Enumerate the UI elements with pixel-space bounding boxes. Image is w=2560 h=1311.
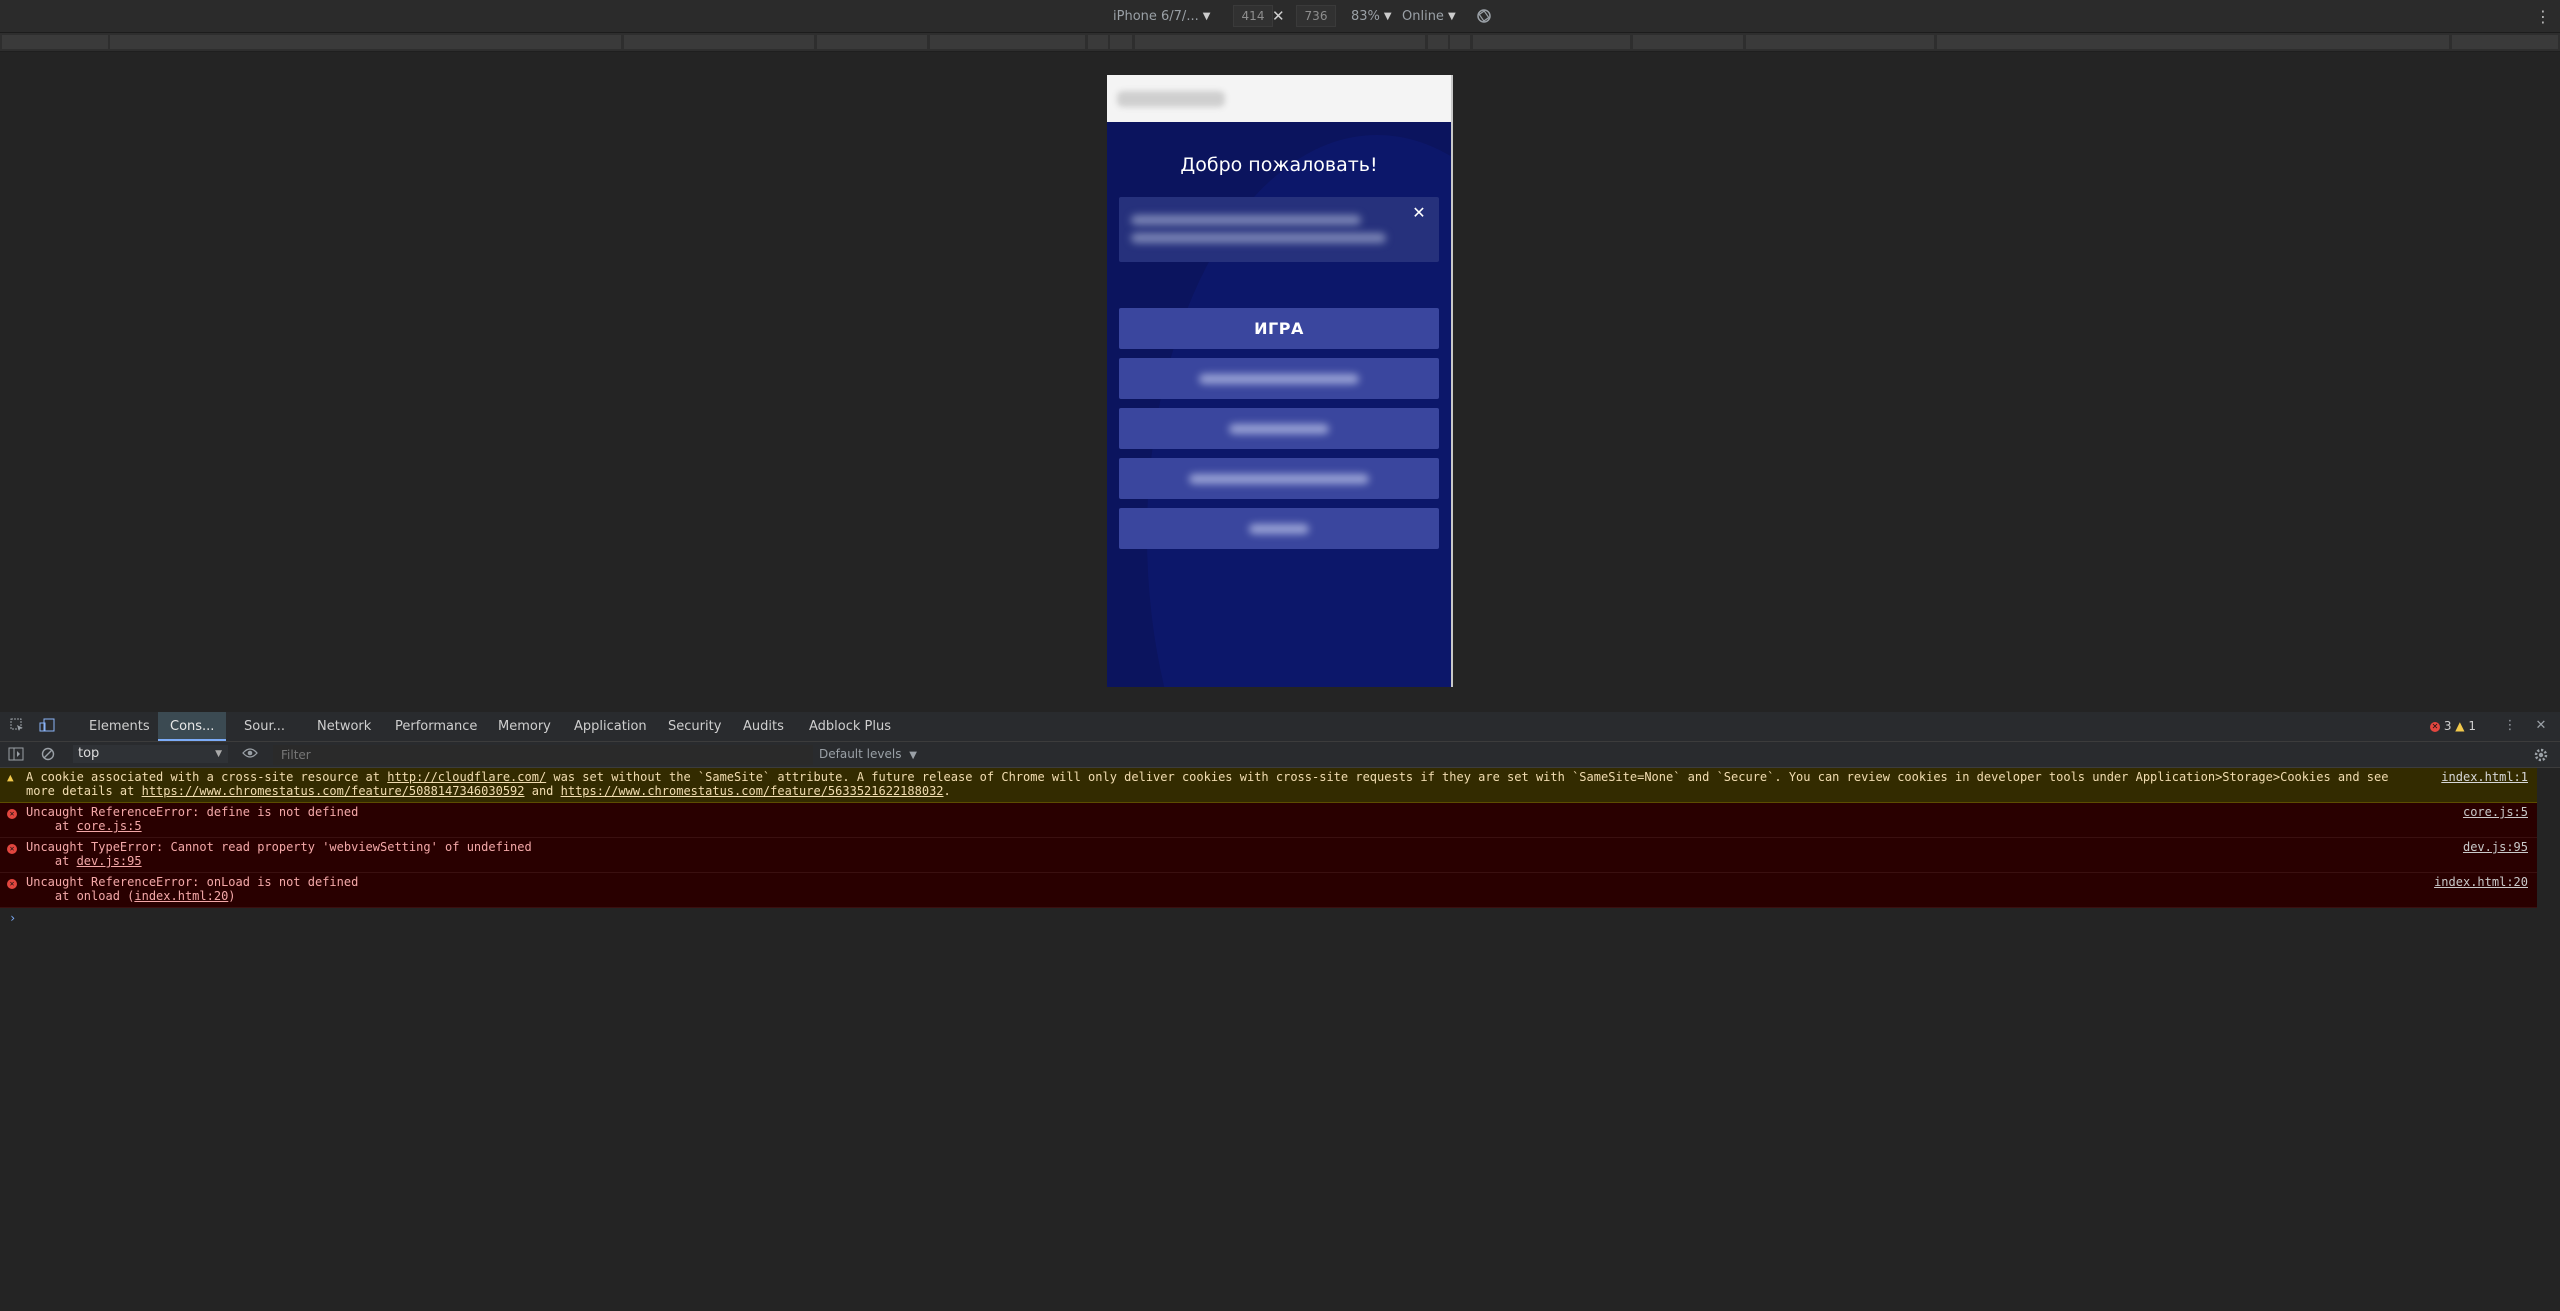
tab-sources[interactable]: Sour... [244, 712, 285, 741]
console-error: ✕ Uncaught ReferenceError: onLoad is not… [0, 873, 2537, 908]
blurred-logo [1117, 91, 1225, 107]
warning-count: 1 [2468, 719, 2476, 733]
log-levels-select[interactable]: Default levels ▼ [819, 742, 917, 767]
context-select-label: top [78, 746, 100, 761]
console-filter-bar: top ▼ Default levels ▼ [0, 742, 2560, 768]
console-link[interactable]: https://www.chromestatus.com/feature/563… [561, 784, 944, 798]
error-icon: ✕ [7, 806, 17, 820]
tab-application[interactable]: Application [574, 712, 647, 741]
device-select[interactable]: iPhone 6/7/... ▼ [1113, 0, 1210, 32]
tab-console[interactable]: Cons... [158, 712, 227, 741]
menu-button-4[interactable] [1119, 458, 1439, 499]
blurred-text [1131, 233, 1386, 243]
prompt-caret-icon: › [9, 911, 17, 925]
blurred-text [1229, 424, 1329, 434]
app-header [1107, 75, 1451, 122]
error-icon: ✕ [7, 876, 17, 890]
console-warning: ▲ A cookie associated with a cross-site … [0, 768, 2537, 803]
chevron-down-icon: ▼ [909, 750, 917, 761]
close-icon[interactable]: ✕ [1409, 203, 1429, 223]
console-link[interactable]: dev.js:95 [77, 854, 142, 868]
chevron-down-icon: ▼ [1447, 10, 1456, 22]
chevron-down-icon: ▼ [1383, 10, 1392, 22]
rotate-icon[interactable] [1476, 0, 1492, 32]
device-toggle-icon[interactable] [39, 718, 55, 734]
tab-elements[interactable]: Elements [89, 712, 150, 741]
console-link[interactable]: https://www.chromestatus.com/feature/508… [142, 784, 525, 798]
network-label: Online [1402, 8, 1444, 24]
blurred-text [1249, 524, 1309, 534]
issue-counter[interactable]: ✕ 3 ▲ 1 [2430, 712, 2476, 741]
live-expression-icon[interactable] [242, 747, 258, 763]
chevron-down-icon: ▼ [1202, 10, 1211, 22]
console-message-text: Uncaught ReferenceError: define is not d… [26, 805, 359, 833]
blurred-text [1199, 374, 1359, 384]
error-icon: ✕ [2430, 721, 2440, 732]
notice-banner: ✕ [1119, 197, 1439, 262]
console-link[interactable]: index.html:20 [134, 889, 228, 903]
source-link[interactable]: index.html:20 [2434, 875, 2528, 889]
media-query-bar[interactable] [0, 33, 2560, 52]
tab-performance[interactable]: Performance [395, 712, 477, 741]
tab-audits[interactable]: Audits [743, 712, 784, 741]
filter-input[interactable] [273, 745, 813, 765]
dimension-separator: ✕ [1272, 7, 1285, 25]
welcome-heading: Добро пожаловать! [1180, 154, 1378, 176]
log-levels-label: Default levels [819, 747, 902, 761]
console-message-text: Uncaught ReferenceError: onLoad is not d… [26, 875, 359, 903]
tab-memory[interactable]: Memory [498, 712, 551, 741]
console-link[interactable]: http://cloudflare.com/ [387, 770, 546, 784]
blurred-text [1189, 474, 1369, 484]
console-link[interactable]: core.js:5 [77, 819, 142, 833]
console-scrollbar[interactable] [2537, 768, 2560, 1311]
devtools-panel: Elements Cons... Sour... Network Perform… [0, 712, 2560, 1311]
menu-button-2[interactable] [1119, 358, 1439, 399]
gear-icon[interactable] [2533, 747, 2549, 767]
context-select[interactable]: top ▼ [73, 745, 228, 763]
menu-button-3[interactable] [1119, 408, 1439, 449]
source-link[interactable]: dev.js:95 [2463, 840, 2528, 854]
menu-button-5[interactable] [1119, 508, 1439, 549]
console-error: ✕ Uncaught TypeError: Cannot read proper… [0, 838, 2537, 873]
blurred-text [1131, 215, 1361, 225]
height-input[interactable]: 736 [1296, 5, 1336, 27]
close-icon[interactable]: ✕ [2533, 718, 2549, 734]
device-select-label: iPhone 6/7/... [1113, 8, 1199, 24]
tab-adblock-plus[interactable]: Adblock Plus [809, 712, 891, 741]
inspect-element-icon[interactable] [9, 718, 25, 734]
clear-console-icon[interactable] [41, 747, 55, 765]
warning-icon: ▲ [7, 771, 14, 784]
source-link[interactable]: core.js:5 [2463, 805, 2528, 819]
console-messages: ▲ A cookie associated with a cross-site … [0, 768, 2560, 928]
error-count: 3 [2443, 719, 2452, 733]
warning-icon: ▲ [2455, 719, 2465, 733]
chevron-down-icon: ▼ [215, 749, 222, 759]
network-throttle-select[interactable]: Online ▼ [1402, 0, 1456, 32]
console-message-text: A cookie associated with a cross-site re… [26, 770, 2389, 798]
device-toolbar: iPhone 6/7/... ▼ 414 ✕ 736 83% ▼ Online … [0, 0, 2560, 33]
more-options-icon[interactable]: ⋮ [2502, 718, 2518, 734]
console-error: ✕ Uncaught ReferenceError: define is not… [0, 803, 2537, 838]
source-link[interactable]: index.html:1 [2441, 770, 2528, 784]
console-prompt[interactable]: › [0, 908, 2537, 928]
play-button-label: ИГРА [1254, 319, 1304, 338]
zoom-label: 83% [1351, 8, 1380, 24]
width-input[interactable]: 414 [1233, 5, 1273, 27]
play-button[interactable]: ИГРА [1119, 308, 1439, 349]
more-options-icon[interactable]: ⋮ [2535, 0, 2551, 32]
error-icon: ✕ [7, 841, 17, 855]
sidebar-toggle-icon[interactable] [8, 747, 24, 765]
devtools-tabbar: Elements Cons... Sour... Network Perform… [0, 712, 2560, 742]
tab-network[interactable]: Network [317, 712, 371, 741]
tab-security[interactable]: Security [668, 712, 721, 741]
emulated-device-viewport: Добро пожаловать! ✕ ИГРА [1107, 75, 1453, 687]
zoom-select[interactable]: 83% ▼ [1351, 0, 1392, 32]
console-message-text: Uncaught TypeError: Cannot read property… [26, 840, 532, 868]
